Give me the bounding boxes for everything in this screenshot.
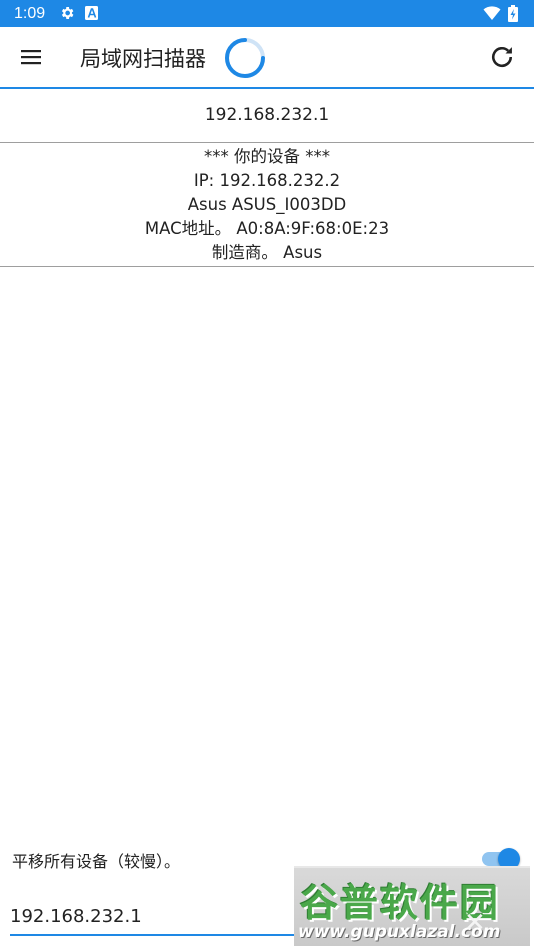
refresh-icon[interactable] [488,43,516,71]
ip-address-input[interactable] [10,898,310,936]
device-name: Asus ASUS_I003DD [187,195,347,214]
device-vendor: 制造商。 Asus [211,243,323,262]
watermark-x-icon: ✕ [464,908,486,938]
wifi-icon [483,6,501,20]
status-time: 1:09 [14,5,46,22]
battery-charging-icon [508,5,518,22]
device-mac: MAC地址。 A0:8A:9F:68:0E:23 [144,219,390,238]
subnet-address-row[interactable]: 192.168.232.1 [0,89,534,143]
subnet-address: 192.168.232.1 [204,105,330,125]
device-header: *** 你的设备 *** [204,147,330,166]
device-ip: IP: 192.168.232.2 [193,171,341,190]
a-badge-icon [85,6,98,20]
device-card[interactable]: *** 你的设备 *** IP: 192.168.232.2 Asus ASUS… [0,143,534,267]
app-bar: 局域网扫描器 [0,27,534,89]
app-title: 局域网扫描器 [80,47,206,71]
gear-icon [61,7,74,19]
scan-all-devices-label: 平移所有设备（较慢）。 [12,852,181,871]
watermark: 谷普软件园 www.gupuxlazal.com ✕ [294,866,530,946]
status-bar: 1:09 [0,0,534,27]
hamburger-menu-icon[interactable] [19,45,43,69]
scan-all-devices-toggle[interactable] [482,848,520,870]
loading-spinner-icon [225,38,265,78]
